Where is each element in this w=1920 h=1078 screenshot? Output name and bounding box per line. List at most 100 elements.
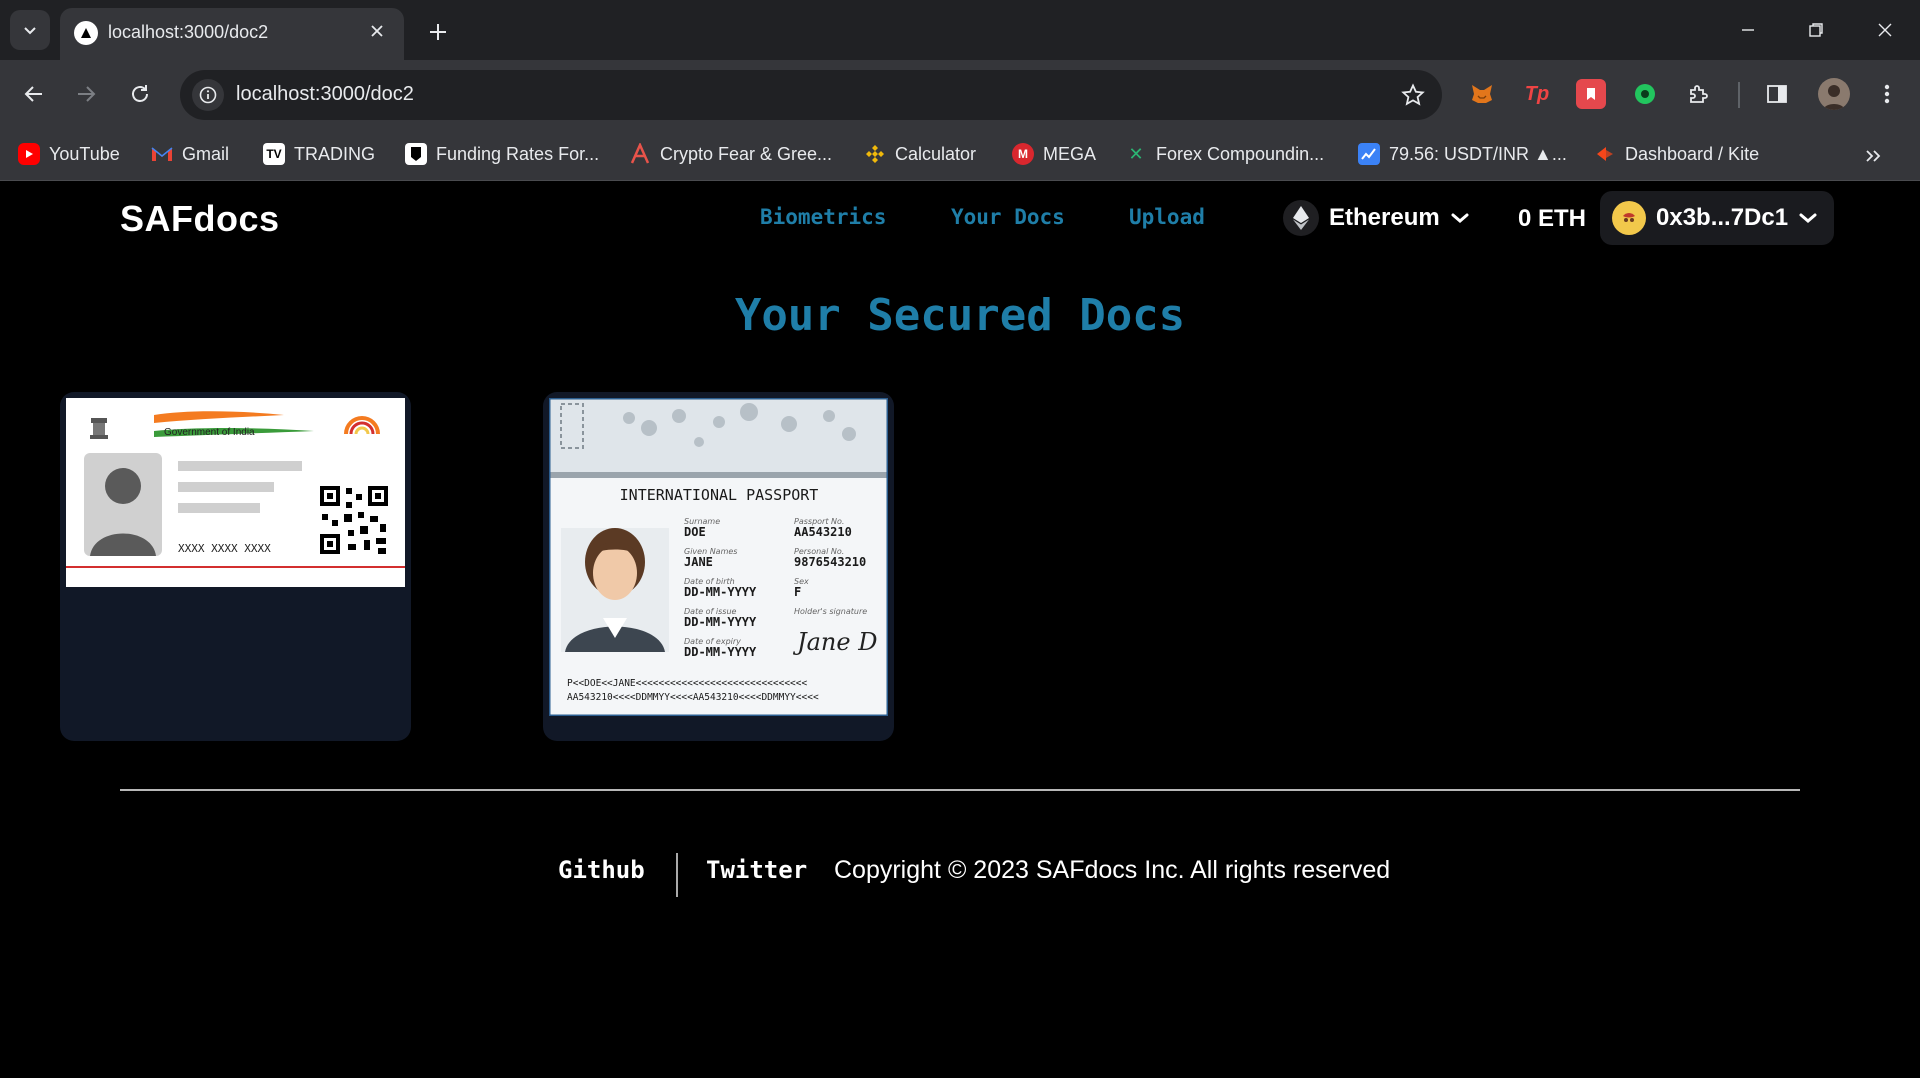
copyright-text: Copyright © 2023 SAFdocs Inc. All rights… (834, 856, 1391, 884)
account-button[interactable]: 0x3b...7Dc1 (1600, 191, 1834, 245)
bookmark-forex[interactable]: ✕ Forex Compoundin... (1125, 139, 1324, 169)
minimize-button[interactable] (1723, 10, 1773, 50)
url-text[interactable]: localhost:3000/doc2 (236, 83, 414, 106)
bookmark-mega[interactable]: M MEGA (1012, 139, 1096, 169)
nav-biometrics[interactable]: Biometrics (760, 205, 886, 229)
bookmark-star-button[interactable] (1398, 80, 1428, 110)
bookmark-usdt-inr[interactable]: 79.56: USDT/INR ▲... (1358, 139, 1567, 169)
nav-your-docs[interactable]: Your Docs (951, 205, 1065, 229)
network-selector[interactable]: Ethereum (1283, 198, 1470, 238)
browser-tabstrip: localhost:3000/doc2 (0, 0, 1920, 60)
restore-icon (1809, 23, 1823, 37)
issue-value: DD-MM-YYYY (684, 615, 757, 629)
aadhaar-header-text: Government of India (164, 427, 255, 438)
footer-github-link[interactable]: Github (558, 856, 645, 884)
green-dot-icon (1635, 84, 1655, 104)
mrz-line-1: P<<DOE<<JANE<<<<<<<<<<<<<<<<<<<<<<<<<<<<… (567, 678, 807, 689)
doc-card-aadhaar[interactable]: Government of India XXXX XXXX XXXX (60, 392, 411, 741)
bookmark-icon (1587, 88, 1595, 100)
bookmark-youtube[interactable]: YouTube (18, 139, 120, 169)
plus-icon (430, 24, 446, 40)
passport-image: INTERNATIONAL PASSPORT Surname Given Nam… (549, 398, 888, 716)
fear-greed-icon (629, 143, 651, 165)
arrow-left-icon (24, 86, 42, 102)
tradingview-icon: TV (263, 143, 285, 165)
profile-avatar[interactable] (1818, 78, 1850, 110)
signature-label: Holder's signature (794, 607, 867, 616)
mrz-line-2: AA543210<<<<DDMMYY<<<<AA543210<<<<DDMMYY… (567, 692, 819, 703)
close-window-button[interactable] (1860, 10, 1910, 50)
mega-icon: M (1012, 143, 1034, 165)
toolbar-divider (1738, 82, 1740, 108)
kite-icon (1594, 143, 1616, 165)
tab-close-button[interactable] (364, 18, 390, 44)
surname-value: DOE (684, 525, 706, 539)
more-bookmarks-button[interactable] (1858, 141, 1888, 171)
extensions-button[interactable] (1684, 79, 1714, 109)
personal-no-value: 9876543210 (794, 555, 866, 569)
brand-logo[interactable]: SAFdocs (120, 198, 280, 240)
page-title: Your Secured Docs (734, 290, 1186, 341)
back-button[interactable] (14, 74, 54, 114)
funding-rates-icon (405, 143, 427, 165)
aadhaar-card-image: Government of India XXXX XXXX XXXX (66, 398, 405, 587)
bookmark-fear-greed[interactable]: Crypto Fear & Gree... (629, 139, 832, 169)
bookmark-label: Crypto Fear & Gree... (660, 143, 833, 164)
account-address: 0x3b...7Dc1 (1656, 204, 1789, 231)
bookmark-label: Funding Rates For... (436, 143, 600, 164)
bookmark-calculator[interactable]: Calculator (864, 139, 976, 169)
bookmark-gmail[interactable]: Gmail (151, 139, 229, 169)
tp-extension-button[interactable]: Tp (1522, 79, 1552, 109)
app-navbar: SAFdocs Biometrics Your Docs Upload Ethe… (0, 181, 1920, 261)
sex-value: F (794, 585, 801, 599)
bookmark-label: Gmail (182, 143, 230, 164)
red-extension-button[interactable] (1576, 79, 1606, 109)
info-icon (199, 86, 217, 104)
chart-icon (1358, 143, 1380, 165)
youtube-icon (18, 143, 40, 165)
footer-divider (120, 789, 1800, 791)
restore-button[interactable] (1791, 10, 1841, 50)
reload-icon (132, 85, 148, 102)
account-avatar-icon (1612, 201, 1646, 235)
nav-upload[interactable]: Upload (1129, 205, 1205, 229)
reload-button[interactable] (120, 74, 160, 114)
expiry-value: DD-MM-YYYY (684, 645, 757, 659)
bookmark-trading[interactable]: TV TRADING (263, 139, 375, 169)
address-bar[interactable]: localhost:3000/doc2 (180, 70, 1442, 120)
footer-twitter-link[interactable]: Twitter (706, 856, 807, 884)
gmail-icon (151, 143, 173, 165)
site-info-button[interactable] (192, 79, 224, 111)
bookmark-label: TRADING (294, 143, 375, 164)
browser-tab[interactable]: localhost:3000/doc2 (60, 8, 404, 60)
binance-icon (864, 143, 886, 165)
ethereum-icon (1283, 200, 1319, 236)
bookmark-kite[interactable]: Dashboard / Kite (1594, 139, 1759, 169)
tab-search-button[interactable] (10, 10, 50, 50)
footer: Github Twitter Copyright © 2023 SAFdocs … (0, 850, 1920, 900)
qr-code-icon (318, 484, 390, 556)
forex-icon: ✕ (1128, 143, 1144, 164)
new-tab-button[interactable] (420, 14, 456, 50)
dob-value: DD-MM-YYYY (684, 585, 757, 599)
metamask-extension-button[interactable] (1467, 79, 1497, 109)
wallet-balance: 0 ETH (1518, 205, 1587, 232)
browser-toolbar: localhost:3000/doc2 Tp (0, 60, 1920, 129)
bookmark-label: YouTube (49, 143, 120, 164)
given-names-value: JANE (684, 555, 713, 569)
browser-menu-button[interactable] (1872, 79, 1902, 109)
green-extension-button[interactable] (1630, 79, 1660, 109)
kebab-menu-icon (1884, 84, 1890, 104)
side-panel-button[interactable] (1762, 79, 1792, 109)
passport-heading: INTERNATIONAL PASSPORT (620, 486, 819, 504)
tp-icon: Tp (1524, 82, 1550, 105)
double-chevron-right-icon (1866, 150, 1881, 162)
doc-card-passport[interactable]: INTERNATIONAL PASSPORT Surname Given Nam… (543, 392, 894, 741)
bookmark-label: Calculator (895, 143, 977, 164)
forward-button[interactable] (66, 74, 106, 114)
bookmark-funding-rates[interactable]: Funding Rates For... (405, 139, 599, 169)
network-name: Ethereum (1329, 204, 1440, 231)
close-icon (1878, 23, 1892, 37)
metamask-fox-icon (1472, 85, 1492, 103)
aadhaar-number: XXXX XXXX XXXX (178, 542, 271, 555)
